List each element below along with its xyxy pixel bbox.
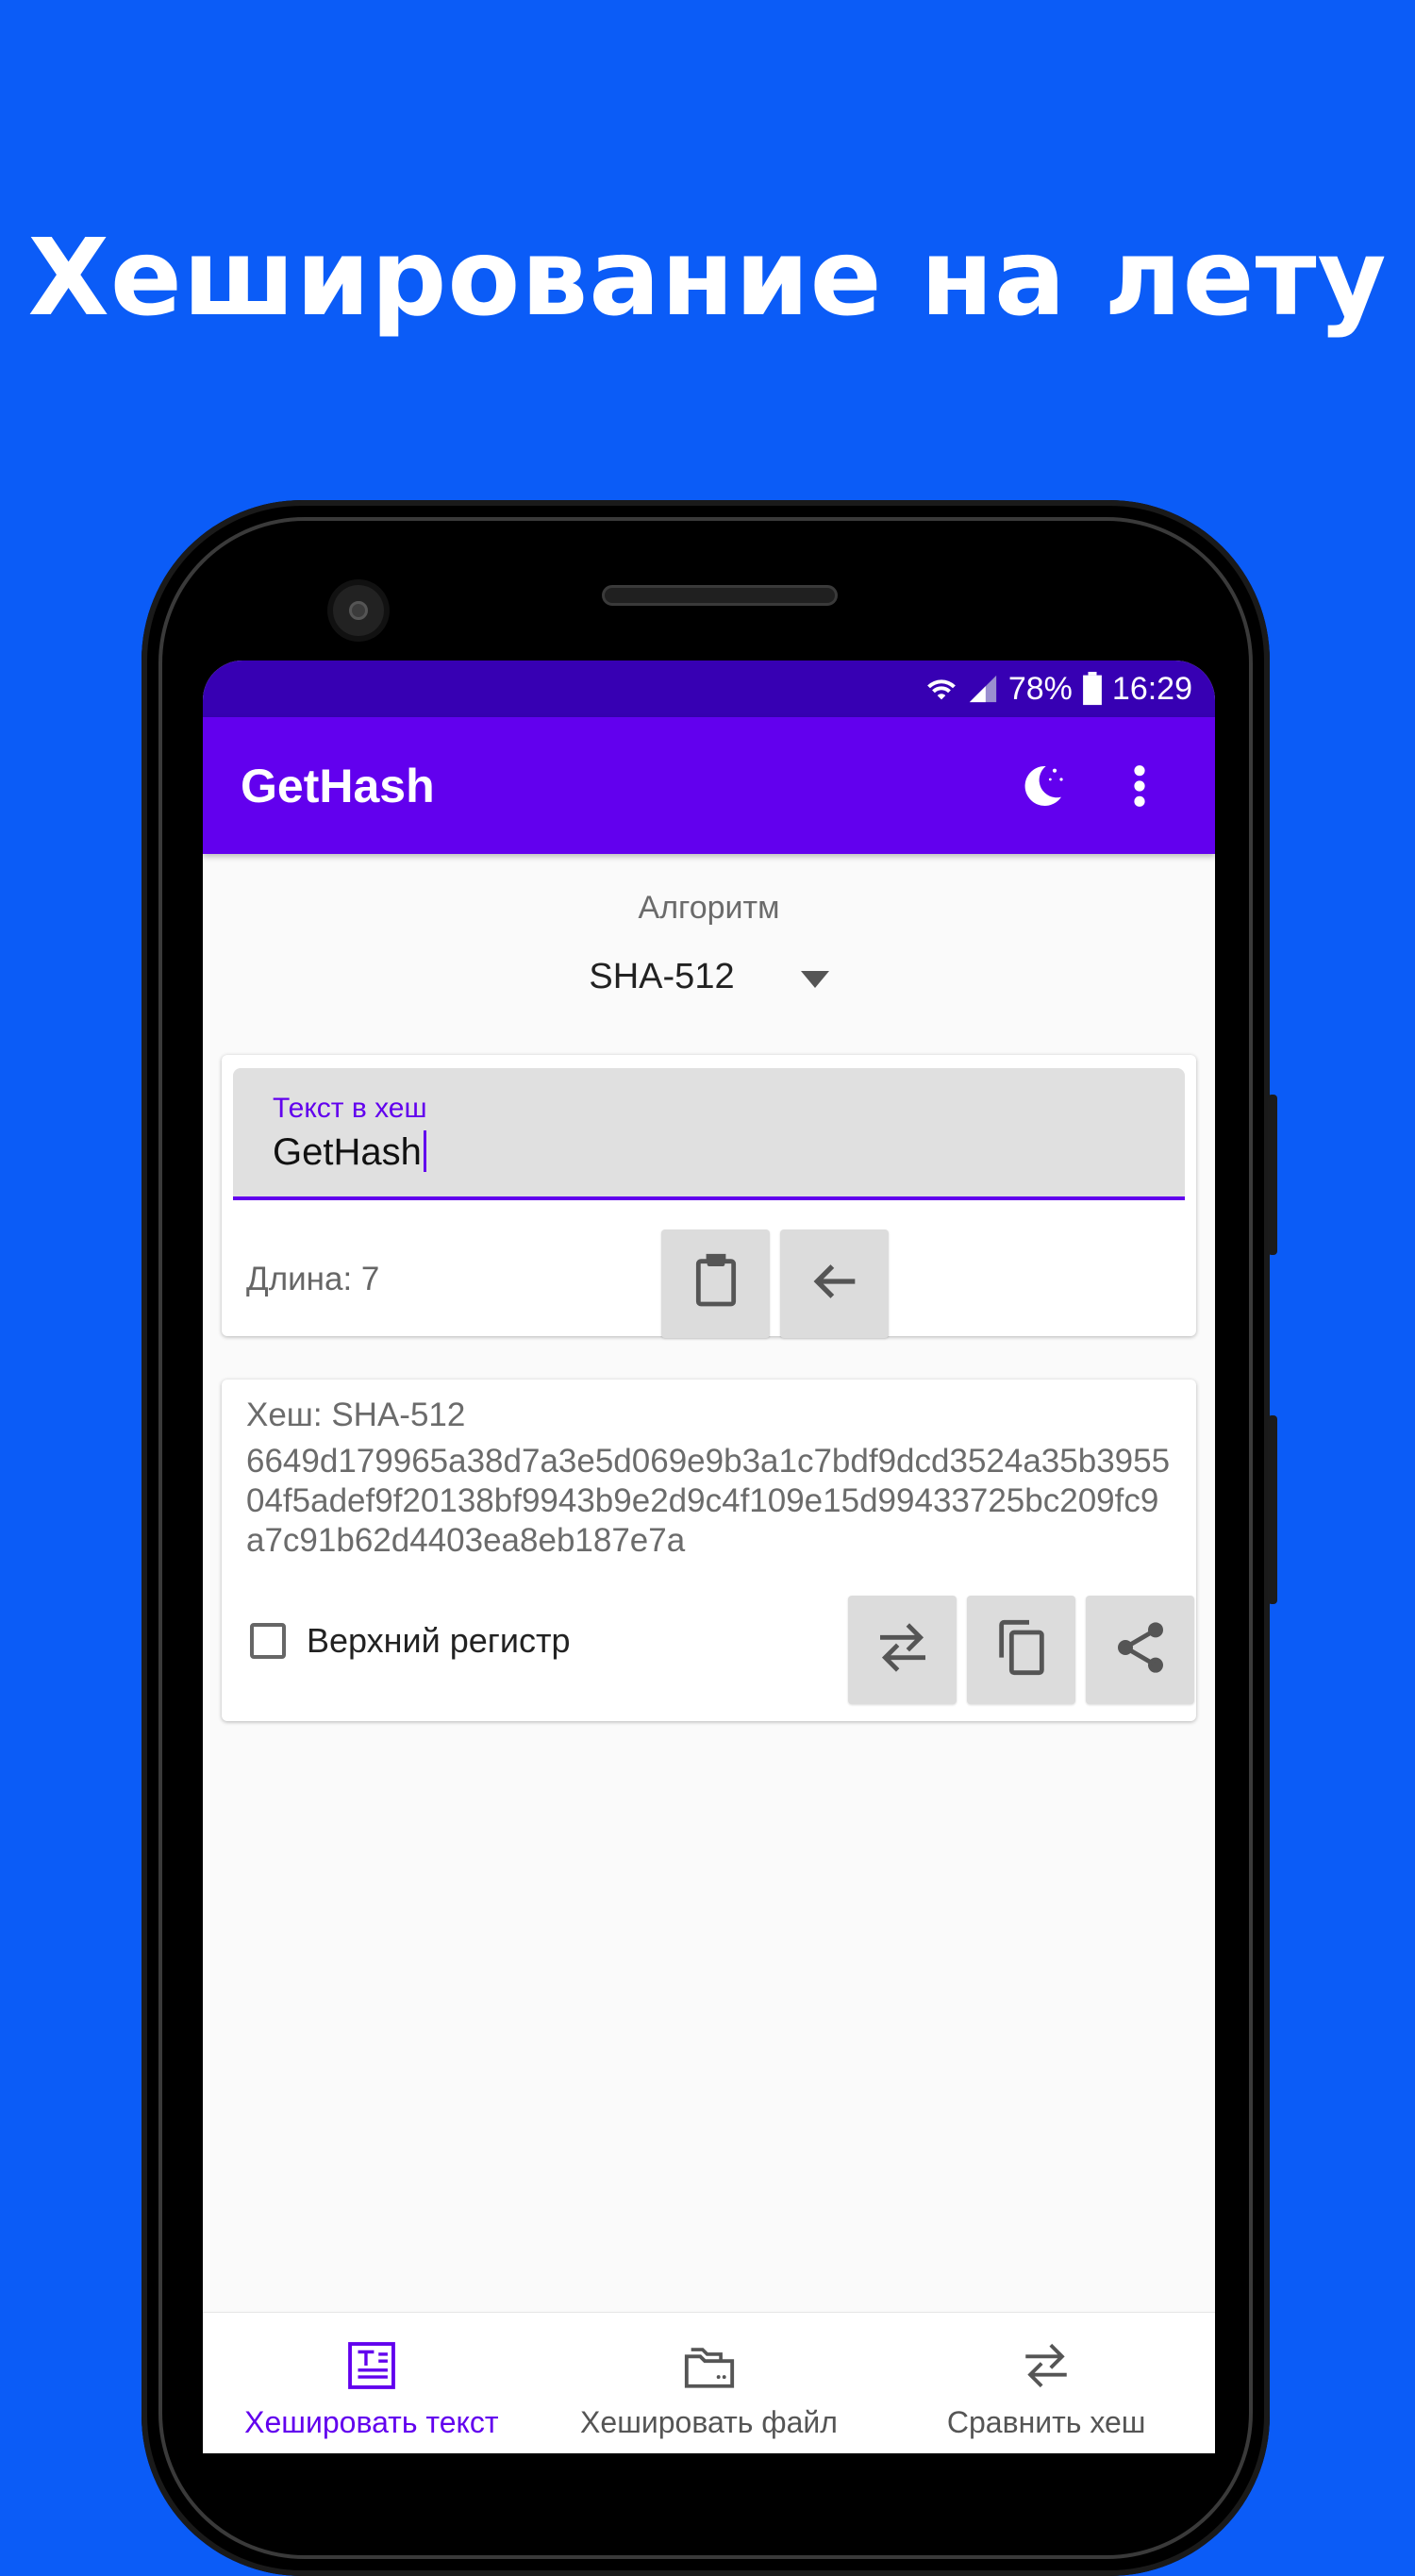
earpiece-speaker	[602, 585, 838, 606]
phone-power-button	[1268, 1415, 1277, 1604]
text-caret	[423, 1130, 426, 1172]
nav-compare-hash[interactable]: Сравнить хеш	[877, 2313, 1215, 2453]
text-field-value-wrap: GetHash	[273, 1130, 426, 1174]
signal-icon	[967, 673, 999, 705]
night-mode-moon-icon[interactable]	[1004, 748, 1079, 824]
wifi-icon	[925, 673, 957, 705]
hash-value: 6649d179965a38d7a3e5d069e9b3a1c7bdf9dcd3…	[246, 1443, 1171, 1559]
uppercase-label: Верхний регистр	[307, 1621, 571, 1660]
backspace-arrow-icon	[805, 1251, 865, 1316]
nav-hash-text-label: Хешировать текст	[244, 2405, 499, 2439]
input-card: Текст в хеш GetHash Длина: 7	[222, 1055, 1196, 1338]
promo-headline: Хеширование на лету	[27, 217, 1388, 340]
copy-button[interactable]	[967, 1596, 1075, 1704]
chevron-down-icon	[800, 957, 829, 997]
nav-hash-file-label: Хешировать файл	[580, 2405, 838, 2439]
algorithm-selected-value: SHA-512	[589, 957, 735, 996]
folder-file-icon	[682, 2335, 737, 2396]
algorithm-dropdown[interactable]: SHA-512	[203, 957, 1215, 997]
compare-arrows-icon	[870, 1617, 936, 1682]
text-document-icon	[344, 2335, 399, 2396]
algorithm-label: Алгоритм	[638, 890, 780, 926]
uppercase-checkbox[interactable]	[250, 1623, 286, 1659]
compare-button[interactable]	[848, 1596, 957, 1704]
app-bar: GetHash	[203, 717, 1215, 854]
nav-hash-file[interactable]: Хешировать файл	[541, 2313, 878, 2453]
phone-screen: 78% 16:29 GetHash Алгоритм SHA-512 Текст…	[203, 661, 1215, 2453]
text-field-label: Текст в хеш	[273, 1093, 427, 1124]
copy-icon	[991, 1617, 1052, 1682]
status-time: 16:29	[1111, 670, 1192, 707]
share-icon	[1110, 1617, 1171, 1682]
compare-arrows-icon	[1017, 2335, 1075, 2396]
battery-icon	[1082, 672, 1103, 706]
app-title: GetHash	[241, 759, 435, 812]
front-camera	[333, 585, 384, 636]
battery-percent: 78%	[1007, 670, 1073, 707]
status-bar: 78% 16:29	[203, 661, 1215, 717]
more-vert-icon[interactable]	[1102, 748, 1177, 824]
uppercase-toggle[interactable]: Верхний регистр	[250, 1621, 571, 1661]
share-button[interactable]	[1086, 1596, 1194, 1704]
text-to-hash-field[interactable]: Текст в хеш GetHash	[233, 1068, 1185, 1200]
bottom-navigation: Хешировать текст Хешировать файл Сравнит…	[203, 2312, 1215, 2453]
paste-clipboard-icon	[686, 1251, 746, 1316]
hash-card: Хеш: SHA-512 6649d179965a38d7a3e5d069e9b…	[222, 1380, 1196, 1721]
hash-title: Хеш: SHA-512	[246, 1397, 466, 1433]
paste-button[interactable]	[661, 1229, 770, 1338]
nav-compare-hash-label: Сравнить хеш	[946, 2405, 1146, 2439]
backspace-button[interactable]	[780, 1229, 889, 1338]
text-field-value: GetHash	[273, 1131, 422, 1173]
phone-volume-button	[1268, 1095, 1277, 1255]
nav-hash-text[interactable]: Хешировать текст	[203, 2313, 541, 2453]
length-label: Длина: 7	[246, 1261, 380, 1297]
